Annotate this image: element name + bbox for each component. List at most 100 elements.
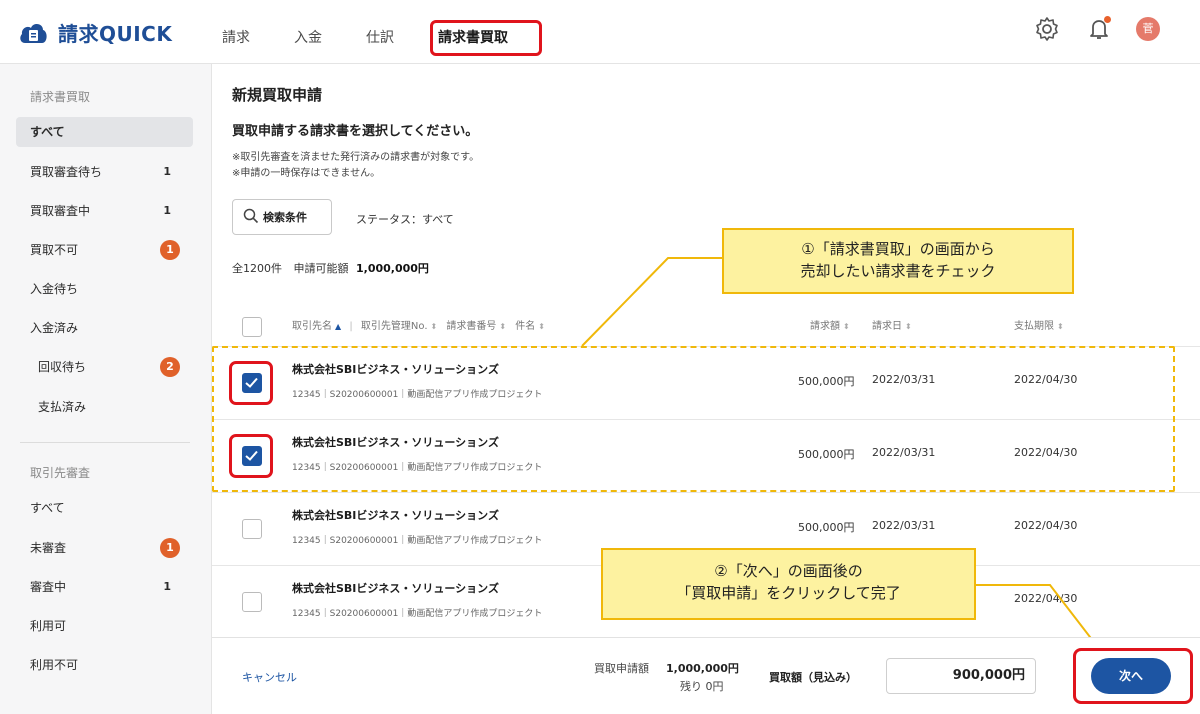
tab-journal[interactable]: 仕訳 — [366, 0, 394, 64]
column-label: 件名 — [515, 321, 536, 332]
sidebar-item-client-unreviewed[interactable]: 未審査 1 — [16, 533, 193, 563]
sidebar: 請求書買取 すべて 買取審査待ち 1 買取審査中 1 買取不可 1 入金待ち 入… — [0, 64, 212, 714]
sidebar-item-paid[interactable]: 入金済み — [16, 313, 193, 343]
sort-asc-icon: ▲ — [335, 322, 342, 331]
search-button-label: 検索条件 — [263, 211, 307, 224]
tab-invoice[interactable]: 請求 — [222, 0, 250, 64]
sidebar-item-count: 1 — [163, 165, 171, 178]
row-checkbox[interactable] — [242, 519, 262, 539]
next-button[interactable]: 次へ — [1091, 658, 1171, 694]
estimate-amount-field: 900,000円 — [886, 658, 1036, 694]
sidebar-item-all[interactable]: すべて — [16, 117, 193, 147]
notification-dot — [1104, 16, 1111, 23]
sort-icon: ⬍ — [1057, 322, 1064, 331]
row-invoice-date: 2022/03/31 — [872, 446, 936, 459]
sidebar-item-under-review[interactable]: 買取審査中 1 — [16, 196, 193, 226]
summary-line: 全1200件 申請可能額 1,000,000円 — [232, 260, 429, 276]
app-logo[interactable]: 請求QUICK — [18, 18, 172, 47]
app-header: 請求QUICK 請求 入金 仕訳 請求書買取 菅 — [0, 0, 1200, 64]
sort-icon: ⬍ — [843, 322, 850, 331]
tab-payment[interactable]: 入金 — [294, 0, 322, 64]
table-row[interactable]: 株式会社SBIビジネス・ソリューションズ 12345｜S20200600001｜… — [212, 419, 1200, 492]
callout-line: ②「次へ」の画面後の — [714, 562, 863, 580]
sidebar-item-badge: 1 — [160, 538, 180, 558]
column-invoice-date[interactable]: 請求日 ⬍ — [872, 312, 912, 342]
row-meta: 12345｜S20200600001｜動画配信アプリ作成プロジェクト — [292, 609, 543, 619]
sidebar-item-label: 買取審査中 — [30, 204, 91, 218]
row-amount: 500,000円 — [798, 375, 855, 388]
column-label: 支払期限 — [1014, 321, 1054, 332]
note-line: ※取引先審査を済ませた発行済みの請求書が対象です。 — [232, 152, 480, 163]
row-client-name: 株式会社SBIビジネス・ソリューションズ — [292, 363, 499, 376]
sidebar-item-label: 買取審査待ち — [30, 165, 103, 179]
sort-icon: ⬍ — [905, 322, 912, 331]
row-meta: 12345｜S20200600001｜動画配信アプリ作成プロジェクト — [292, 390, 543, 400]
available-amount: 1,000,000円 — [356, 262, 429, 275]
checkbox-highlight-frame — [229, 434, 273, 478]
row-client-name: 株式会社SBIビジネス・ソリューションズ — [292, 509, 499, 522]
sidebar-item-label: 利用可 — [30, 619, 67, 633]
sidebar-item-awaiting-collection[interactable]: 回収待ち 2 — [16, 352, 193, 382]
tab-highlight-frame — [430, 20, 542, 56]
sidebar-item-label: 審査中 — [30, 580, 67, 594]
row-meta: 12345｜S20200600001｜動画配信アプリ作成プロジェクト — [292, 463, 543, 473]
column-client-name[interactable]: 取引先名 ▲ | 取引先管理No. ⬍ 請求書番号 ⬍ 件名 ⬍ — [292, 312, 545, 342]
row-due-date: 2022/04/30 — [1014, 373, 1078, 386]
remaining-amount: 残り 0円 — [680, 680, 724, 693]
sidebar-item-badge: 2 — [160, 357, 180, 377]
column-label: 請求書番号 — [446, 321, 497, 332]
column-label: 請求額 — [810, 321, 840, 332]
sidebar-item-awaiting-payment[interactable]: 入金待ち — [16, 274, 193, 304]
row-checkbox[interactable] — [242, 592, 262, 612]
sidebar-item-label: 利用不可 — [30, 658, 79, 672]
sidebar-item-rejected[interactable]: 買取不可 1 — [16, 235, 193, 265]
select-all-checkbox[interactable] — [242, 317, 262, 337]
table-row[interactable]: 株式会社SBIビジネス・ソリューションズ 12345｜S20200600001｜… — [212, 346, 1200, 419]
sidebar-section-title: 請求書買取 — [30, 90, 91, 104]
page-title: 新規買取申請 — [232, 86, 323, 104]
sidebar-item-label: すべて — [30, 125, 65, 139]
column-amount[interactable]: 請求額 ⬍ — [810, 312, 850, 342]
avatar[interactable]: 菅 — [1136, 17, 1160, 41]
row-invoice-date: 2022/03/31 — [872, 519, 936, 532]
available-label: 申請可能額 — [293, 262, 349, 275]
sidebar-item-label: 買取不可 — [30, 243, 79, 257]
row-due-date: 2022/04/30 — [1014, 592, 1078, 605]
bell-icon[interactable] — [1086, 16, 1112, 42]
column-label: 取引先管理No. — [360, 321, 428, 332]
row-invoice-date: 2022/03/31 — [872, 373, 936, 386]
sort-icon: ⬍ — [538, 322, 545, 331]
sidebar-item-label: 入金済み — [30, 321, 79, 335]
status-filter-text: ステータス：すべて — [356, 213, 454, 226]
sidebar-item-settled[interactable]: 支払済み — [16, 392, 193, 422]
note-line: ※申請の一時保存はできません。 — [232, 168, 381, 179]
gear-icon[interactable] — [1034, 16, 1060, 42]
action-footer: キャンセル 買取申請額 1,000,000円 残り 0円 買取額（見込み） 90… — [212, 637, 1200, 714]
estimate-label: 買取額（見込み） — [769, 671, 857, 684]
column-due-date[interactable]: 支払期限 ⬍ — [1014, 312, 1064, 342]
sidebar-item-client-unusable[interactable]: 利用不可 — [16, 650, 193, 680]
sort-icon: ⬍ — [499, 322, 507, 331]
callout-line: 「買取申請」をクリックして完了 — [676, 584, 901, 602]
cloud-document-icon — [18, 19, 48, 47]
sidebar-item-client-all[interactable]: すべて — [16, 493, 193, 523]
search-icon — [243, 208, 259, 227]
row-due-date: 2022/04/30 — [1014, 446, 1078, 459]
column-label: 請求日 — [872, 321, 902, 332]
callout-step-1: ①「請求書買取」の画面から 売却したい請求書をチェック — [722, 228, 1074, 294]
cancel-link[interactable]: キャンセル — [242, 669, 297, 685]
table-header: 取引先名 ▲ | 取引先管理No. ⬍ 請求書番号 ⬍ 件名 ⬍ 請求額 ⬍ 請求日 ⬍ 支… — [212, 312, 1200, 342]
search-conditions-button[interactable]: 検索条件 — [232, 199, 332, 235]
sidebar-section-title: 取引先審査 — [30, 466, 91, 480]
sidebar-item-client-usable[interactable]: 利用可 — [16, 611, 193, 641]
sidebar-item-awaiting-review[interactable]: 買取審査待ち 1 — [16, 157, 193, 187]
total-count: 全1200件 — [232, 262, 282, 275]
checkbox-highlight-frame — [229, 361, 273, 405]
page-subtitle: 買取申請する請求書を選択してください。 — [232, 124, 479, 139]
column-separator: | — [349, 321, 353, 332]
applied-amount-value: 1,000,000円 — [666, 662, 739, 675]
row-meta: 12345｜S20200600001｜動画配信アプリ作成プロジェクト — [292, 536, 543, 546]
sort-icon: ⬍ — [430, 322, 438, 331]
sidebar-item-client-reviewing[interactable]: 審査中 1 — [16, 572, 193, 602]
sidebar-item-label: 回収待ち — [38, 360, 87, 374]
